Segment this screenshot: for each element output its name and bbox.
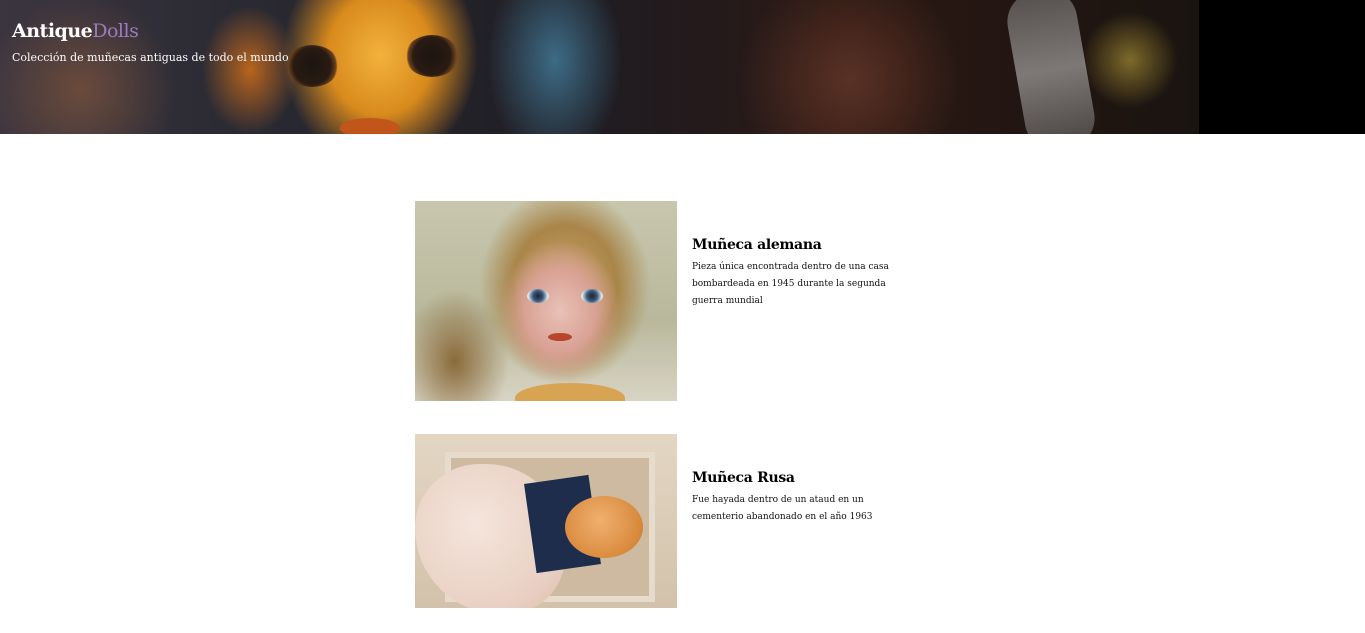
doll-eye-left <box>527 289 549 303</box>
brand-name-secondary: Dolls <box>92 20 139 42</box>
page-header: AntiqueDolls Colección de muñecas antigu… <box>0 0 1365 134</box>
brand-logo[interactable]: AntiqueDolls <box>12 20 139 42</box>
brand-name-primary: Antique <box>12 20 93 42</box>
doll-eye-right <box>405 35 459 77</box>
doll-info: Muñeca Rusa Fue hayada dentro de un atau… <box>692 470 892 526</box>
doll-title: Muñeca alemana <box>692 237 822 253</box>
doll-eye-right <box>581 289 603 303</box>
doll-lips <box>548 333 572 341</box>
doll-description: Fue hayada dentro de un ataud en un ceme… <box>692 495 873 522</box>
doll-info: Muñeca alemana Pieza única encontrada de… <box>692 237 892 310</box>
doll-photo <box>415 201 677 401</box>
header-hero-image <box>0 0 1199 134</box>
doll-eye-left <box>285 45 339 87</box>
doll-mouth <box>340 118 400 134</box>
doll-title: Muñeca Rusa <box>692 470 795 486</box>
doll-head <box>565 496 643 558</box>
doll-dress <box>515 383 625 401</box>
doll-photo <box>415 434 677 608</box>
tinsel-ring <box>1002 0 1100 134</box>
doll-description: Pieza única encontrada dentro de una cas… <box>692 262 889 306</box>
site-tagline: Colección de muñecas antiguas de todo el… <box>12 51 289 64</box>
